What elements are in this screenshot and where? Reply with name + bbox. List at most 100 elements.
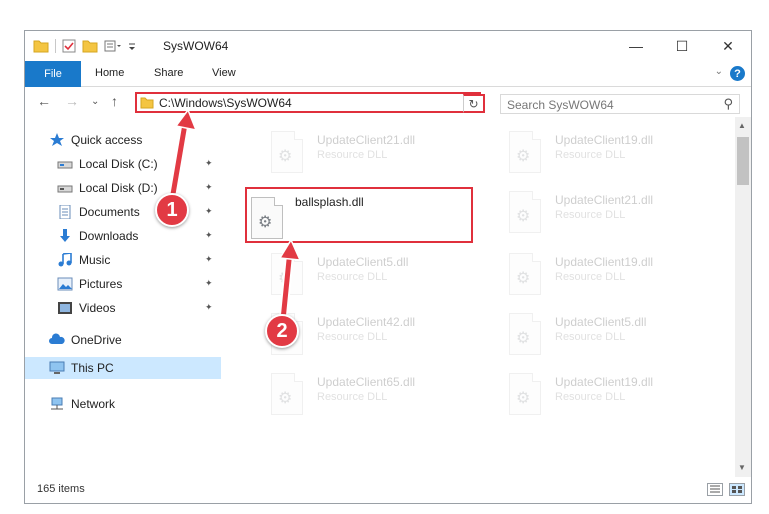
large-icons-view-icon[interactable] [729,483,745,496]
toolbar-separator [55,39,56,53]
file-type: Resource DLL [555,391,626,403]
tab-file[interactable]: File [25,61,81,87]
dll-file-icon: ⚙ [271,373,303,415]
file-type: Resource DLL [317,331,388,343]
dll-file-icon: ⚙ [509,131,541,173]
gears-icon: ⚙ [258,214,273,231]
gears-icon: ⚙ [516,148,531,165]
search-box[interactable]: Search SysWOW64 ⚲ [500,94,740,114]
maximize-button[interactable]: ☐ [659,31,705,61]
search-input[interactable]: Search SysWOW64 [507,98,614,112]
file-item[interactable]: ⚙ UpdateClient42.dll Resource DLL [245,309,473,365]
address-path[interactable]: C:\Windows\SysWOW64 [159,96,292,110]
file-item[interactable]: ⚙ UpdateClient19.dll Resource DLL [483,249,711,305]
address-bar[interactable]: C:\Windows\SysWOW64 ⌄ [135,92,481,113]
view-options-icon[interactable] [104,39,122,53]
vertical-scrollbar[interactable]: ▲ ▼ [735,117,751,477]
window-title: SysWOW64 [163,39,229,53]
sidebar-item-label: This PC [71,361,114,375]
scroll-down-icon[interactable]: ▼ [738,463,746,472]
sidebar-item-label: Network [71,397,116,411]
pin-icon: ✦ [205,230,213,240]
dll-file-icon: ⚙ [509,313,541,355]
help-icon[interactable]: ? [730,66,745,81]
minimize-button[interactable]: — [613,31,659,61]
dll-file-icon: ⚙ [271,131,303,173]
scrollbar-thumb[interactable] [737,137,749,185]
refresh-button[interactable]: ↻ [463,94,485,113]
file-type: Resource DLL [317,271,388,283]
sidebar-item-local-disk-c[interactable]: Local Disk (C:) ✦ [25,153,221,175]
explorer-window: SysWOW64 — ☐ ✕ File Home Share View ⌄ ? … [24,30,752,504]
navigation-bar: ← → ⌄ ↑ C:\Windows\SysWOW64 ⌄ ↻ Search S… [25,87,751,117]
file-item[interactable]: ⚙ UpdateClient21.dll Resource DLL [245,127,473,183]
sidebar-item-label: Documents [79,205,140,219]
pin-icon: ✦ [205,206,213,216]
sidebar-item-label: Local Disk (D:) [79,181,158,195]
sidebar-item-network[interactable]: Network [25,393,221,415]
gears-icon: ⚙ [278,330,293,347]
customize-toolbar-icon[interactable] [128,39,136,53]
tab-share[interactable]: Share [154,67,183,79]
sidebar-item-quick-access[interactable]: Quick access [25,129,221,151]
sidebar-item-local-disk-d[interactable]: Local Disk (D:) ✦ [25,177,221,199]
file-name: UpdateClient21.dll [555,193,654,207]
file-item[interactable]: ⚙ UpdateClient5.dll Resource DLL [483,309,711,365]
details-view-icon[interactable] [707,483,723,496]
folder-icon[interactable] [33,39,49,53]
sidebar-item-label: OneDrive [71,333,122,347]
file-item[interactable]: ⚙ UpdateClient19.dll Resource DLL [483,127,711,183]
computer-icon [49,361,65,374]
forward-button[interactable]: → [65,93,79,109]
file-item[interactable]: ⚙ UpdateClient19.dll Resource DLL [483,369,711,425]
tab-home[interactable]: Home [95,67,124,79]
new-folder-icon[interactable] [82,39,98,53]
recent-locations-button[interactable]: ⌄ [91,96,99,107]
sidebar-item-music[interactable]: Music ✦ [25,249,221,271]
file-item-ballsplash[interactable]: ⚙ ballsplash.dll [245,187,473,243]
file-item[interactable]: ⚙ UpdateClient65.dll Resource DLL [245,369,473,425]
file-name: UpdateClient19.dll [555,375,654,389]
sidebar-item-pictures[interactable]: Pictures ✦ [25,273,221,295]
gears-icon: ⚙ [278,390,293,407]
sidebar-item-label: Pictures [79,277,123,291]
gears-icon: ⚙ [516,270,531,287]
item-count: 165 items [37,483,85,495]
file-name: UpdateClient5.dll [555,315,647,329]
title-bar: SysWOW64 — ☐ ✕ [25,31,751,61]
sidebar-item-documents[interactable]: Documents ✦ [25,201,221,223]
file-name: UpdateClient19.dll [555,133,654,147]
sidebar-item-this-pc[interactable]: This PC [25,357,221,379]
dll-file-icon: ⚙ [509,373,541,415]
scroll-up-icon[interactable]: ▲ [738,121,746,130]
file-type: Resource DLL [555,331,626,343]
sidebar-item-onedrive[interactable]: OneDrive [25,329,221,351]
search-icon[interactable]: ⚲ [723,96,733,112]
sidebar-item-downloads[interactable]: Downloads ✦ [25,225,221,247]
close-button[interactable]: ✕ [705,31,751,61]
file-name: ballsplash.dll [295,195,364,209]
gears-icon: ⚙ [516,208,531,225]
dll-file-icon: ⚙ [271,313,303,355]
up-button[interactable]: ↑ [111,93,118,109]
sidebar-item-videos[interactable]: Videos ✦ [25,297,221,319]
gears-icon: ⚙ [278,148,293,165]
dll-file-icon: ⚙ [271,253,303,295]
properties-icon[interactable] [62,39,76,53]
pin-icon: ✦ [205,278,213,288]
pin-icon: ✦ [205,182,213,192]
quick-access-toolbar [33,38,136,54]
pin-icon: ✦ [205,158,213,168]
gears-icon: ⚙ [278,270,293,287]
file-name: UpdateClient5.dll [317,255,409,269]
gears-icon: ⚙ [516,390,531,407]
tab-view[interactable]: View [212,67,236,79]
folder-icon [140,97,154,109]
videos-icon [58,302,72,314]
dll-file-icon: ⚙ [251,197,283,239]
back-button[interactable]: ← [37,93,51,109]
file-item[interactable]: ⚙ UpdateClient5.dll Resource DLL [245,249,473,305]
ribbon-expand-icon[interactable]: ⌄ [715,66,723,77]
file-type: Resource DLL [555,149,626,161]
file-item[interactable]: ⚙ UpdateClient21.dll Resource DLL [483,187,711,243]
